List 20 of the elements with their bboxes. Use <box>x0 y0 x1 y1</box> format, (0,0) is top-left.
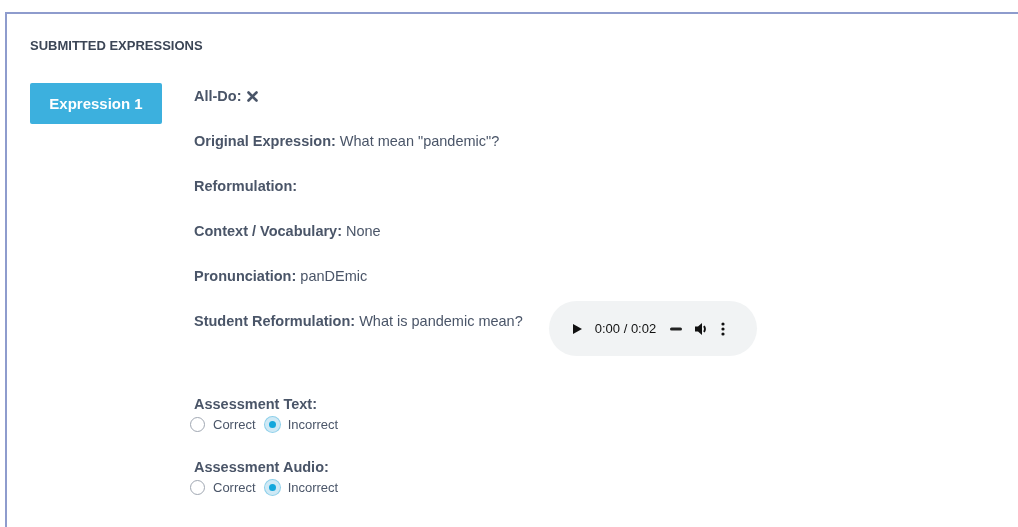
field-text: Pronunciation: panDEmic <box>194 268 368 284</box>
field-text: Reformulation: <box>194 178 298 194</box>
assessment-label: Assessment Audio: <box>194 459 330 475</box>
assessment-label: Assessment Text: <box>194 396 319 412</box>
field-label: All-Do: <box>194 88 242 104</box>
field-text: Original Expression: What mean "pandemic"? <box>194 133 500 149</box>
audio-time: 0:00 / 0:02 <box>594 321 657 336</box>
field-text: Student Reformulation: What is pandemic mean? <box>194 313 523 329</box>
radio-label[interactable]: Incorrect <box>287 417 339 432</box>
audio-player[interactable]: 0:00 / 0:02 <box>548 301 757 356</box>
radio-button[interactable] <box>190 480 205 495</box>
more-icon[interactable] <box>721 321 726 336</box>
field-text: Context / Vocabulary: None <box>194 223 381 239</box>
play-icon[interactable] <box>570 322 583 335</box>
section-title: SUBMITTED EXPRESSIONS <box>30 38 204 53</box>
radio-label[interactable]: Incorrect <box>287 480 339 495</box>
dash-icon[interactable] <box>670 326 683 331</box>
radio-label[interactable]: Correct <box>213 480 256 495</box>
radio-label[interactable]: Correct <box>213 417 256 432</box>
radio-button[interactable] <box>190 417 205 432</box>
